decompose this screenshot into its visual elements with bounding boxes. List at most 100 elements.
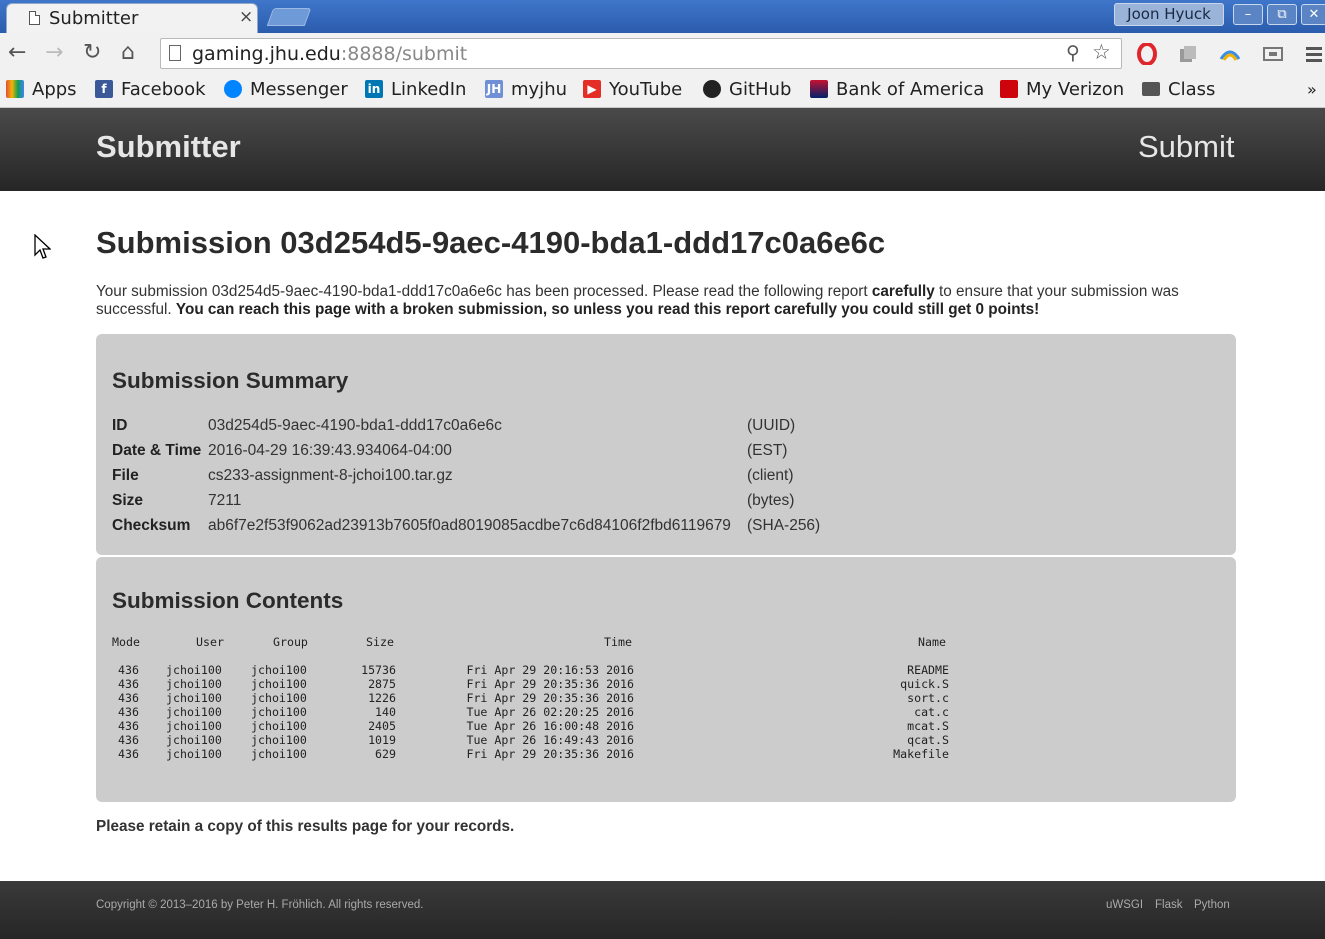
- header-mode: Mode: [112, 635, 140, 649]
- cell-group: jchoi100: [251, 733, 307, 747]
- summary-key: ID: [112, 417, 128, 434]
- cell-user: jchoi100: [166, 677, 222, 691]
- cell-mode: 436: [118, 733, 139, 747]
- cell-mode: 436: [118, 691, 139, 705]
- bookmark-label: YouTube: [609, 78, 683, 100]
- cell-group: jchoi100: [251, 677, 307, 691]
- bookmark-my-verizon[interactable]: My Verizon: [1000, 77, 1124, 101]
- reload-icon[interactable]: ↻: [83, 40, 101, 66]
- contents-row: 436 jchoi100 jchoi100 15736 Fri Apr 29 20:16…: [96, 663, 1236, 677]
- summary-unit: (bytes): [747, 492, 795, 509]
- bookmark-messenger[interactable]: Messenger: [224, 77, 348, 101]
- cell-time: Tue Apr 26 16:00:48 2016: [466, 719, 634, 733]
- submission-summary-panel: Submission Summary ID 03d254d5-9aec-4190…: [96, 334, 1236, 555]
- bookmark-apps[interactable]: Apps: [6, 77, 77, 101]
- verizon-icon: [1000, 80, 1018, 98]
- summary-key: File: [112, 467, 139, 484]
- cell-time: Fri Apr 29 20:16:53 2016: [466, 663, 634, 677]
- contents-row: 436 jchoi100 jchoi100 2875 Fri Apr 29 20:35:…: [96, 677, 1236, 691]
- summary-value: ab6f7e2f53f9062ad23913b7605f0ad8019085ac…: [208, 517, 731, 534]
- contents-row: 436 jchoi100 jchoi100 2405 Tue Apr 26 16:00:…: [96, 719, 1236, 733]
- menu-icon[interactable]: [1303, 43, 1325, 65]
- zoom-icon[interactable]: ⚲: [1066, 42, 1080, 64]
- intro-warning: You can reach this page with a broken su…: [175, 301, 1040, 318]
- summary-heading: Submission Summary: [112, 368, 349, 393]
- contents-row: 436 jchoi100 jchoi100 140 Tue Apr 26 02:20:2…: [96, 705, 1236, 719]
- site-brand[interactable]: Submitter: [96, 129, 241, 165]
- new-tab-button[interactable]: [266, 8, 312, 26]
- bookmark-github[interactable]: GitHub: [703, 77, 791, 101]
- cast-icon[interactable]: [1262, 43, 1284, 65]
- summary-unit: (SHA-256): [747, 517, 821, 534]
- profile-button[interactable]: Joon Hyuck: [1114, 3, 1224, 26]
- cell-size: 2405: [368, 719, 396, 733]
- back-arrow-icon[interactable]: ←: [8, 40, 26, 66]
- footer-link-flask[interactable]: Flask: [1155, 899, 1182, 911]
- cell-user: jchoi100: [166, 747, 222, 761]
- cell-group: jchoi100: [251, 705, 307, 719]
- footer-link-python[interactable]: Python: [1194, 899, 1230, 911]
- cell-name: quick.S: [900, 677, 949, 691]
- summary-unit: (client): [747, 467, 794, 484]
- bookmark-class[interactable]: Class: [1142, 77, 1215, 101]
- bookmark-bank-of-america[interactable]: Bank of America: [810, 77, 984, 101]
- cell-size: 1226: [368, 691, 396, 705]
- cell-size: 140: [375, 705, 396, 719]
- summary-unit: (UUID): [747, 417, 796, 434]
- submit-nav-link[interactable]: Submit: [1138, 129, 1234, 165]
- opera-extension-icon[interactable]: [1136, 43, 1158, 65]
- bookmark-star-icon[interactable]: ☆: [1092, 40, 1111, 64]
- summary-key: Checksum: [112, 517, 191, 534]
- intro-emphasis: carefully: [871, 283, 935, 300]
- address-bar[interactable]: gaming.jhu.edu:8888/submit ⚲ ☆: [160, 38, 1122, 69]
- rainbow-extension-icon[interactable]: [1219, 43, 1241, 65]
- submission-contents-panel: Submission Contents Mode User Group Size…: [96, 557, 1236, 802]
- cell-time: Tue Apr 26 02:20:25 2016: [466, 705, 634, 719]
- tab-close-icon[interactable]: ×: [239, 7, 253, 27]
- intro-text: Your submission 03d254d5-9aec-4190-bda1-…: [96, 283, 872, 300]
- intro-paragraph: Your submission 03d254d5-9aec-4190-bda1-…: [96, 283, 1231, 319]
- bookmark-label: Bank of America: [836, 78, 985, 100]
- close-window-button[interactable]: ✕: [1301, 4, 1325, 25]
- cell-mode: 436: [118, 677, 139, 691]
- contents-row: 436 jchoi100 jchoi100 1019 Tue Apr 26 16:49:…: [96, 733, 1236, 747]
- header-time: Time: [604, 635, 632, 649]
- cell-name: qcat.S: [907, 733, 949, 747]
- cell-user: jchoi100: [166, 663, 222, 677]
- bookmark-linkedin[interactable]: in LinkedIn: [365, 77, 466, 101]
- cell-user: jchoi100: [166, 733, 222, 747]
- tab-title: Submitter: [49, 8, 139, 29]
- bookmark-label: Class: [1168, 78, 1216, 100]
- home-icon[interactable]: ⌂: [121, 40, 135, 66]
- minimize-button[interactable]: –: [1233, 4, 1263, 25]
- url-text[interactable]: gaming.jhu.edu:8888/submit: [192, 43, 467, 65]
- cell-user: jchoi100: [166, 705, 222, 719]
- cell-mode: 436: [118, 705, 139, 719]
- restore-button[interactable]: ⧉: [1267, 4, 1297, 25]
- messenger-icon: [224, 80, 242, 98]
- footer-link-uwsgi[interactable]: uWSGI: [1106, 899, 1143, 911]
- cell-size: 2875: [368, 677, 396, 691]
- bookmark-facebook[interactable]: f Facebook: [95, 77, 206, 101]
- forward-arrow-icon[interactable]: →: [45, 40, 63, 66]
- summary-key: Date & Time: [112, 442, 202, 459]
- header-group: Group: [273, 635, 308, 649]
- contents-row: 436 jchoi100 jchoi100 629 Fri Apr 29 20:35:3…: [96, 747, 1236, 761]
- cell-group: jchoi100: [251, 719, 307, 733]
- browser-tab[interactable]: Submitter ×: [6, 3, 258, 33]
- bookmark-myjhu[interactable]: JH myjhu: [485, 77, 567, 101]
- bank-of-america-icon: [810, 80, 828, 98]
- cell-mode: 436: [118, 719, 139, 733]
- extension-icon[interactable]: [1177, 43, 1199, 65]
- cell-time: Tue Apr 26 16:49:43 2016: [466, 733, 634, 747]
- github-icon: [703, 80, 721, 98]
- cell-name: Makefile: [893, 747, 949, 761]
- summary-value: 7211: [208, 492, 242, 509]
- page-title: Submission 03d254d5-9aec-4190-bda1-ddd17…: [96, 225, 886, 260]
- cell-mode: 436: [118, 663, 139, 677]
- bookmarks-overflow-icon[interactable]: »: [1307, 77, 1317, 101]
- bookmark-label: Apps: [32, 78, 77, 100]
- facebook-icon: f: [95, 80, 113, 98]
- page-info-icon[interactable]: [169, 45, 181, 61]
- bookmark-youtube[interactable]: ▶ YouTube: [583, 77, 682, 101]
